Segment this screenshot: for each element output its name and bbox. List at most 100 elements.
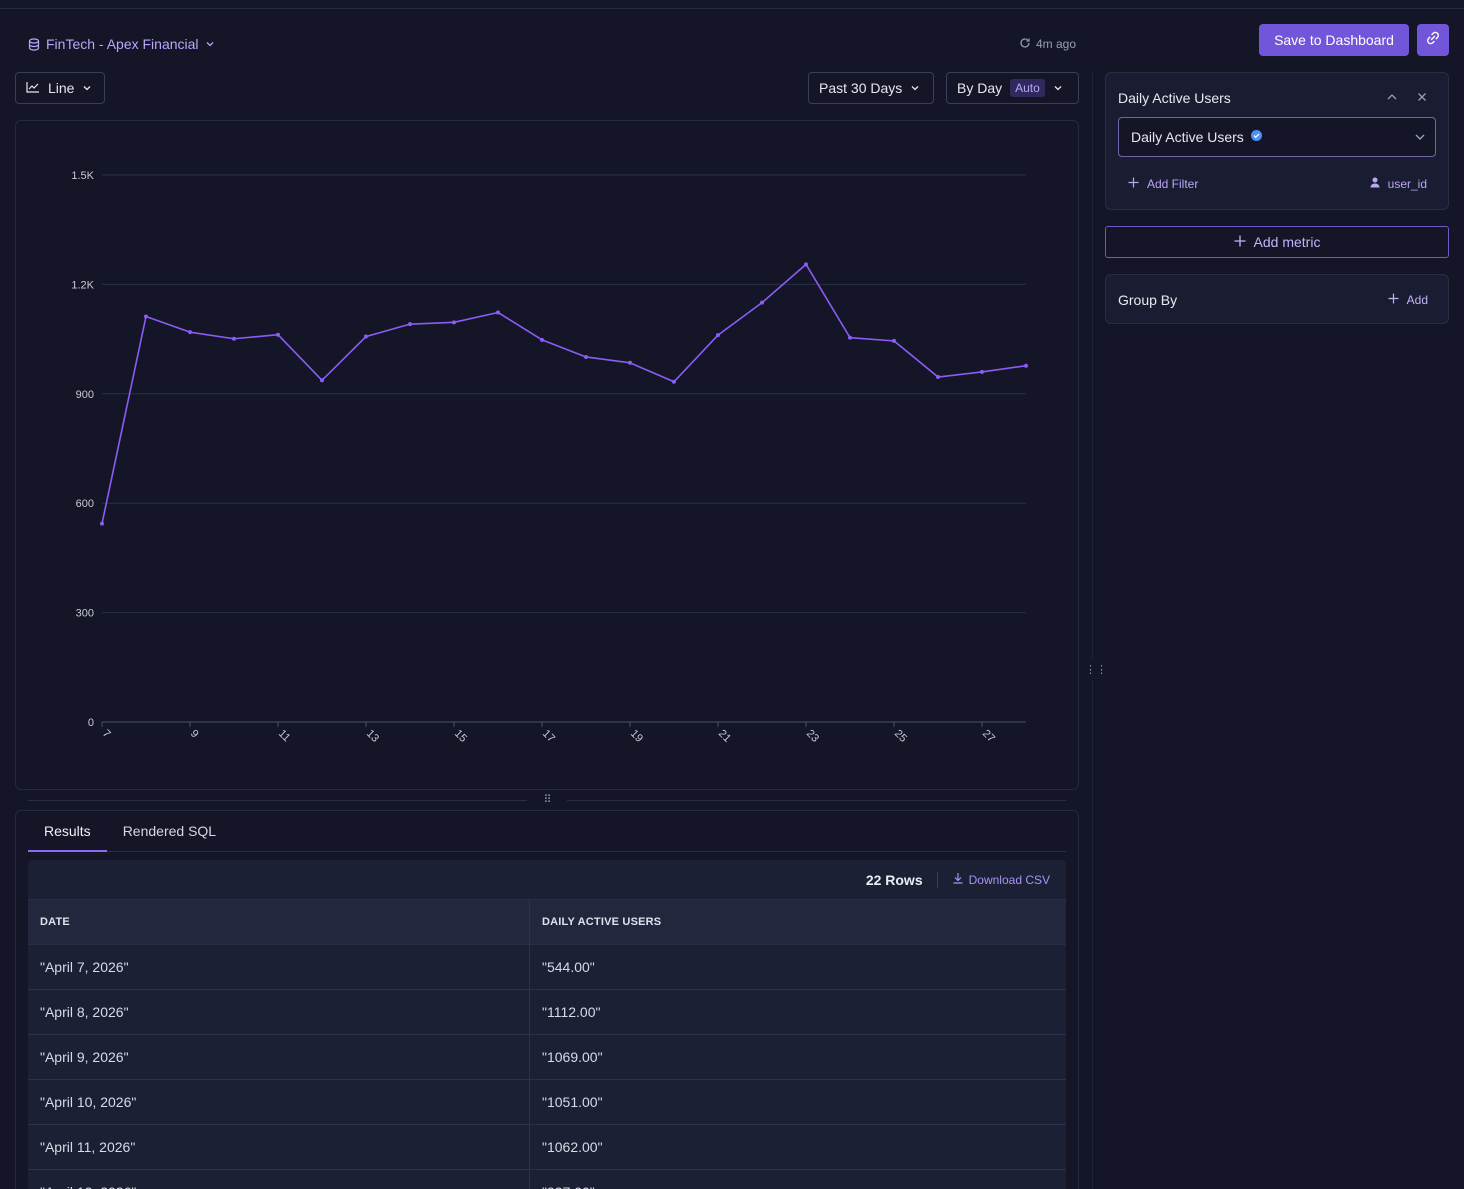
- metric-title: Daily Active Users: [1118, 90, 1231, 106]
- table-row: "April 12, 2026" "937.00": [28, 1170, 1066, 1189]
- database-icon: [28, 37, 40, 51]
- entity-label: user_id: [1387, 177, 1427, 191]
- last-refreshed[interactable]: 4m ago: [1019, 37, 1076, 51]
- auto-badge: Auto: [1010, 79, 1045, 97]
- metric-select[interactable]: Daily Active Users: [1118, 117, 1436, 157]
- link-icon: [1424, 29, 1442, 52]
- add-filter-button[interactable]: Add Filter: [1128, 177, 1198, 191]
- entity-selector[interactable]: user_id: [1370, 177, 1427, 191]
- refresh-icon: [1019, 37, 1031, 52]
- chevron-down-icon: [910, 80, 920, 96]
- line-chart-icon: [26, 80, 40, 96]
- vertical-divider: [1092, 72, 1093, 1189]
- data-point: [496, 310, 500, 315]
- data-point: [672, 379, 676, 384]
- chevron-down-icon: [1053, 80, 1063, 96]
- table-row: "April 9, 2026" "1069.00": [28, 1035, 1066, 1080]
- data-point: [936, 375, 940, 380]
- plus-icon: [1234, 234, 1246, 250]
- period-select[interactable]: Past 30 Days: [808, 72, 934, 104]
- chart-panel: 0 300 600 900 1.2K 1.5K 7 9 11 13 15 17 19 21 23 25 27: [15, 120, 1079, 790]
- x-tick-label: 23: [804, 728, 821, 745]
- data-point: [232, 336, 236, 341]
- data-point: [760, 300, 764, 305]
- table-row: "April 11, 2026" "1062.00": [28, 1125, 1066, 1170]
- tab-rendered-sql[interactable]: Rendered SQL: [107, 811, 232, 852]
- chevron-down-icon: [1413, 130, 1427, 147]
- chevron-down-icon: [205, 39, 215, 49]
- x-tick-label: 25: [892, 728, 909, 745]
- table-cell: "1069.00": [542, 1049, 603, 1065]
- table-cell: "April 10, 2026": [28, 1080, 530, 1124]
- y-tick-label: 1.5K: [71, 170, 94, 182]
- results-tabs: Results Rendered SQL: [28, 811, 1066, 852]
- group-by-card: Group By Add: [1105, 274, 1449, 324]
- y-tick-label: 300: [76, 608, 94, 620]
- table-cell: "1112.00": [542, 1004, 601, 1020]
- download-csv-button[interactable]: Download CSV: [952, 872, 1050, 887]
- data-point: [408, 322, 412, 327]
- tab-results[interactable]: Results: [28, 811, 107, 852]
- table-cell: "April 11, 2026": [28, 1125, 530, 1169]
- workspace-selector[interactable]: FinTech - Apex Financial: [28, 35, 215, 53]
- table-header: DATE DAILY ACTIVE USERS: [28, 900, 1066, 945]
- copy-link-button[interactable]: [1417, 24, 1449, 56]
- granularity-select[interactable]: By Day Auto: [946, 72, 1079, 104]
- x-tick-label: 7: [100, 728, 113, 741]
- divider: [936, 871, 938, 888]
- data-point: [716, 333, 720, 338]
- data-point: [188, 330, 192, 335]
- download-icon: [952, 872, 964, 887]
- workspace-name: FinTech - Apex Financial: [46, 36, 199, 52]
- table-cell: "April 8, 2026": [28, 990, 530, 1034]
- add-metric-button[interactable]: Add metric: [1105, 226, 1449, 258]
- table-toolbar: 22 Rows Download CSV: [28, 860, 1066, 900]
- drag-handle-icon[interactable]: ⠿: [527, 793, 567, 807]
- group-by-title: Group By: [1118, 292, 1178, 308]
- line-chart[interactable]: 0 300 600 900 1.2K 1.5K 7 9 11 13 15 17 19 21 23 25 27: [16, 121, 1080, 791]
- data-point: [980, 369, 984, 374]
- table-cell: "April 9, 2026": [28, 1035, 530, 1079]
- x-tick-label: 13: [364, 728, 381, 745]
- y-tick-label: 1.2K: [71, 279, 94, 291]
- table-row: "April 7, 2026" "544.00": [28, 945, 1066, 990]
- table-cell: "April 12, 2026": [28, 1170, 530, 1189]
- drag-handle-icon[interactable]: ⋮⋮: [1085, 660, 1107, 680]
- data-point: [848, 335, 852, 340]
- add-metric-label: Add metric: [1253, 234, 1321, 250]
- chevron-down-icon: [82, 80, 92, 96]
- metric-select-label: Daily Active Users: [1131, 129, 1244, 145]
- table-body: "April 7, 2026" "544.00" "April 8, 2026"…: [28, 945, 1066, 1189]
- table-row: "April 10, 2026" "1051.00": [28, 1080, 1066, 1125]
- table-cell: "April 7, 2026": [28, 945, 530, 989]
- results-panel: Results Rendered SQL 22 Rows Download CS…: [15, 810, 1079, 1189]
- verified-icon: [1250, 129, 1263, 145]
- granularity-label: By Day: [957, 80, 1003, 96]
- data-point: [804, 262, 808, 267]
- table-cell: "544.00": [542, 959, 595, 975]
- column-header-date[interactable]: DATE: [28, 900, 530, 944]
- data-point: [364, 334, 368, 339]
- refresh-label: 4m ago: [1036, 37, 1077, 51]
- data-point: [540, 337, 544, 342]
- x-tick-label: 9: [188, 728, 201, 741]
- close-icon[interactable]: [1414, 89, 1430, 105]
- column-header-dau[interactable]: DAILY ACTIVE USERS: [530, 900, 1066, 944]
- x-tick-label: 11: [276, 728, 293, 745]
- y-tick-label: 900: [76, 389, 94, 401]
- download-label: Download CSV: [968, 872, 1050, 887]
- data-point: [1024, 363, 1028, 368]
- add-filter-label: Add Filter: [1147, 177, 1199, 191]
- group-by-add-label: Add: [1406, 293, 1428, 307]
- chevron-up-icon[interactable]: [1384, 89, 1400, 105]
- chart-type-select[interactable]: Line: [15, 72, 105, 104]
- top-bar: [0, 0, 1464, 9]
- rows-count: 22 Rows: [865, 871, 923, 888]
- y-tick-label: 0: [88, 717, 94, 729]
- x-tick-label: 15: [452, 728, 469, 745]
- results-table: 22 Rows Download CSV DATE DAILY ACTIVE U…: [28, 860, 1066, 1189]
- x-tick-label: 19: [628, 728, 645, 745]
- save-to-dashboard-button[interactable]: Save to Dashboard: [1259, 24, 1409, 56]
- x-tick-label: 17: [540, 728, 557, 745]
- group-by-add-button[interactable]: Add: [1388, 293, 1428, 307]
